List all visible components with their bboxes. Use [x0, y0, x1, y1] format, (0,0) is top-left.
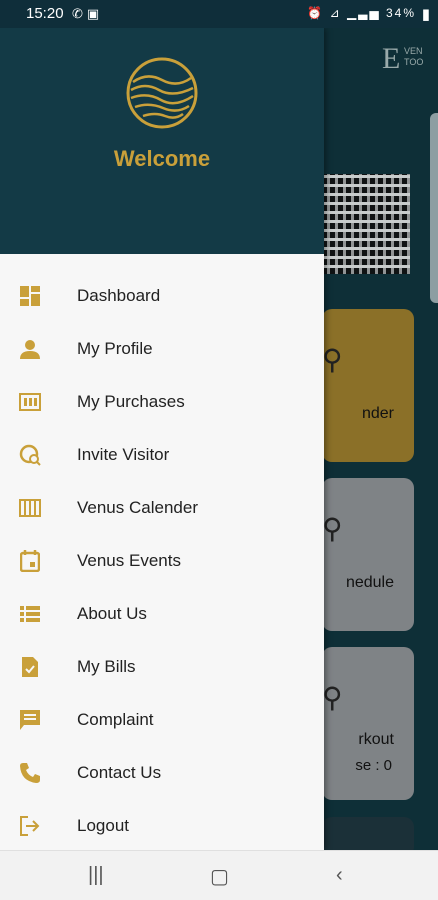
dashboard-icon	[18, 284, 42, 308]
menu-item-label: Dashboard	[77, 286, 161, 305]
back-icon[interactable]: ‹	[336, 864, 343, 887]
status-time: 15:20	[26, 5, 64, 22]
invite-icon	[18, 443, 42, 467]
logout-icon	[18, 814, 42, 838]
menu-item-label: My Profile	[77, 339, 153, 358]
menu-item-label: Invite Visitor	[77, 445, 170, 464]
menu-item-my-profile[interactable]: My Profile	[0, 323, 324, 376]
brand-logo-icon	[126, 57, 198, 129]
menu-item-invite-visitor[interactable]: Invite Visitor	[0, 429, 324, 482]
status-bar: 15:20 ✆▣ ⏰ ⊿ ▁▃▅ 34% ▮	[0, 0, 438, 28]
system-nav-bar: ||| ▢ ‹	[0, 850, 438, 900]
whatsapp-icon: ✆	[72, 6, 87, 21]
menu-item-my-purchases[interactable]: My Purchases	[0, 376, 324, 429]
system-icons: ⏰ ⊿ ▁▃▅ 34%	[307, 6, 416, 20]
menu-item-about-us[interactable]: About Us	[0, 588, 324, 641]
menu-item-my-bills[interactable]: My Bills	[0, 641, 324, 694]
calendar-grid-icon	[18, 496, 42, 520]
message-icon: ▣	[86, 6, 104, 21]
complaint-icon	[18, 708, 42, 732]
phone-icon	[18, 761, 42, 785]
menu-item-label: My Purchases	[77, 392, 185, 411]
battery-icon: ▮	[421, 6, 430, 23]
menu-item-logout[interactable]: Logout	[0, 800, 324, 853]
recent-apps-icon[interactable]: |||	[88, 864, 104, 887]
menu-item-contact-us[interactable]: Contact Us	[0, 747, 324, 800]
notification-icons: ✆▣	[72, 6, 103, 22]
purchases-icon	[18, 390, 42, 414]
menu-item-label: Contact Us	[77, 763, 162, 782]
battery-percent: 34%	[385, 6, 416, 20]
menu-item-label: About Us	[77, 604, 147, 623]
drawer-menu: Dashboard My Profile My Purchases Invite…	[0, 270, 324, 853]
welcome-title: Welcome	[113, 146, 211, 171]
home-icon[interactable]: ▢	[210, 864, 229, 889]
menu-item-label: Complaint	[77, 710, 154, 729]
person-icon	[18, 337, 42, 361]
menu-item-dashboard[interactable]: Dashboard	[0, 270, 324, 323]
menu-item-label: Venus Events	[77, 551, 181, 570]
wifi-icon: ⊿	[329, 6, 342, 20]
menu-item-label: Venus Calender	[77, 498, 198, 517]
drawer-header: Welcome	[0, 28, 324, 254]
signal-icon: ▁▃▅	[346, 6, 381, 20]
event-icon	[18, 549, 42, 573]
bill-icon	[18, 655, 42, 679]
menu-item-venus-calender[interactable]: Venus Calender	[0, 482, 324, 535]
list-icon	[18, 602, 42, 626]
menu-item-venus-events[interactable]: Venus Events	[0, 535, 324, 588]
navigation-drawer: Welcome Dashboard My Profile My Purchase…	[0, 28, 324, 850]
menu-item-label: Logout	[77, 816, 129, 835]
menu-item-label: My Bills	[77, 657, 136, 676]
alarm-icon: ⏰	[307, 6, 325, 20]
menu-item-complaint[interactable]: Complaint	[0, 694, 324, 747]
